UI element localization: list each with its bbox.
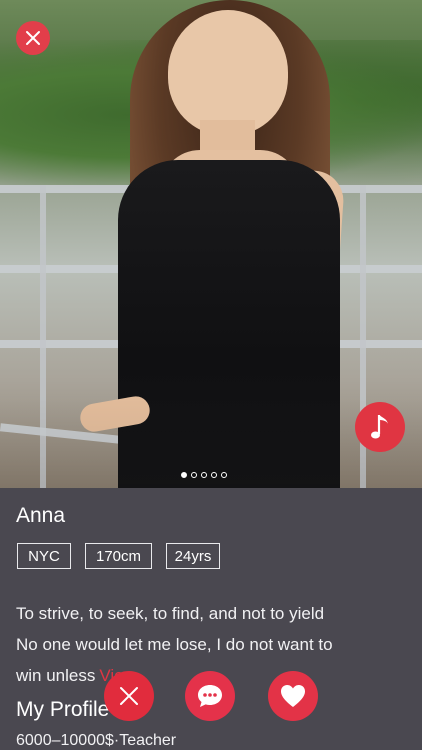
profile-detail: 6000–10000$·Teacher [16,732,177,749]
chat-bubble-icon [198,685,222,707]
tag-height: 170cm [85,543,152,569]
bio-line: No one would let me lose, I do not want … [16,635,333,654]
music-button[interactable] [355,402,405,452]
pass-button[interactable] [104,671,154,721]
bio-text: win unless [16,666,96,685]
page-dot[interactable] [211,472,217,478]
tag-age: 24yrs [166,543,220,569]
section-title-my-profile: My Profile [16,698,110,721]
close-button[interactable] [16,21,50,55]
page-dot[interactable] [191,472,197,478]
music-note-icon [371,415,388,439]
photo-pagination [181,472,227,478]
page-dot[interactable] [221,472,227,478]
face [168,10,288,135]
close-icon [26,31,40,45]
tag-location: NYC [17,543,71,569]
chat-button[interactable] [185,671,235,721]
like-button[interactable] [268,671,318,721]
heart-icon [281,685,305,707]
page-dot[interactable] [181,472,187,478]
page-dot[interactable] [201,472,207,478]
profile-name: Anna [16,504,66,527]
bio-line: To strive, to seek, to find, and not to … [16,604,325,623]
x-icon [120,687,138,705]
